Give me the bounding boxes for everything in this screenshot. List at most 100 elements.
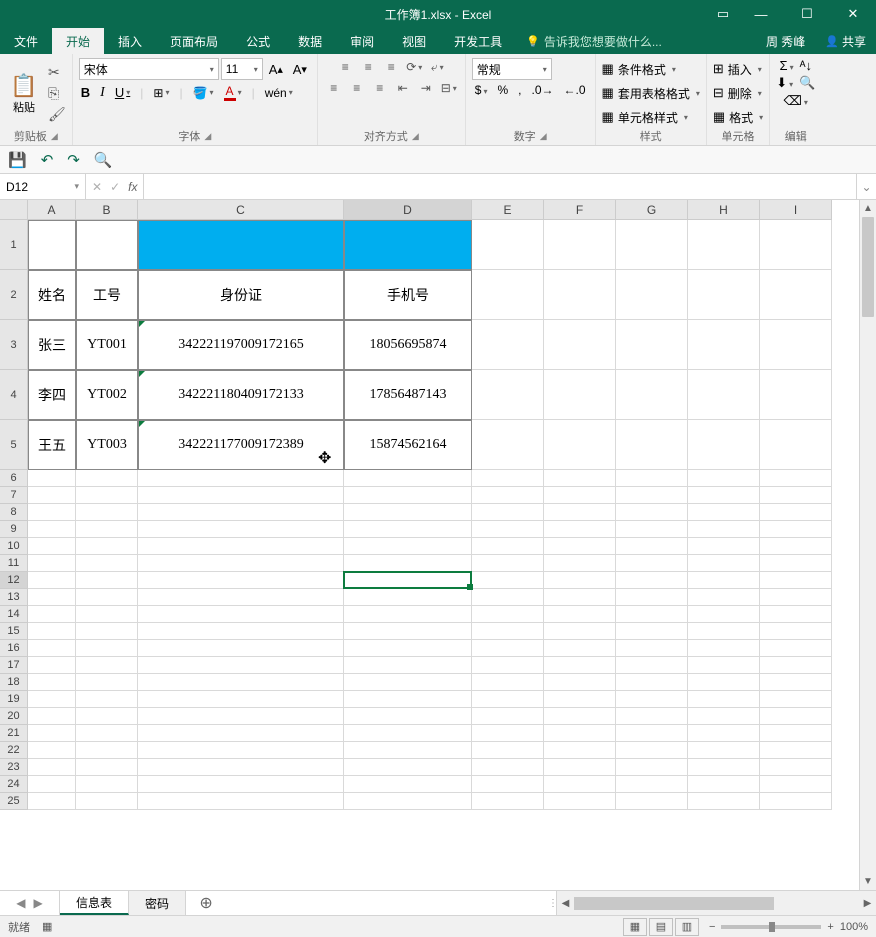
cell-I20[interactable] — [760, 708, 832, 725]
page-break-view-button[interactable]: ▥ — [675, 918, 699, 936]
cell-E10[interactable] — [472, 538, 544, 555]
cell-A7[interactable] — [28, 487, 76, 504]
header-id[interactable]: 工号 — [76, 270, 138, 320]
cell-H17[interactable] — [688, 657, 760, 674]
cell-B8[interactable] — [76, 504, 138, 521]
cell-B12[interactable] — [76, 572, 138, 589]
bold-button[interactable]: B — [79, 85, 92, 100]
column-header-G[interactable]: G — [616, 200, 688, 220]
cell-C1[interactable] — [138, 220, 344, 270]
cell-C15[interactable] — [138, 623, 344, 640]
scroll-thumb[interactable] — [862, 217, 874, 317]
cell-F8[interactable] — [544, 504, 616, 521]
cell-A14[interactable] — [28, 606, 76, 623]
font-dialog-icon[interactable]: ◢ — [204, 131, 211, 142]
cell-G5[interactable] — [616, 420, 688, 470]
cell-H8[interactable] — [688, 504, 760, 521]
cell-I12[interactable] — [760, 572, 832, 589]
column-header-A[interactable]: A — [28, 200, 76, 220]
align-left-button[interactable]: ≡ — [324, 79, 344, 97]
cell-H23[interactable] — [688, 759, 760, 776]
cell-I22[interactable] — [760, 742, 832, 759]
scroll-left-icon[interactable]: ◀ — [557, 898, 574, 909]
cell-E4[interactable] — [472, 370, 544, 420]
sheet-tab-info[interactable]: 信息表 — [60, 891, 129, 915]
cell-C14[interactable] — [138, 606, 344, 623]
cell-G3[interactable] — [616, 320, 688, 370]
cell-C22[interactable] — [138, 742, 344, 759]
page-layout-view-button[interactable]: ▤ — [649, 918, 673, 936]
cell-styles-button[interactable]: ▦单元格样式 — [602, 106, 700, 128]
cell-G17[interactable] — [616, 657, 688, 674]
cell-E22[interactable] — [472, 742, 544, 759]
cell-B24[interactable] — [76, 776, 138, 793]
cell-A19[interactable] — [28, 691, 76, 708]
percent-button[interactable]: % — [494, 83, 511, 97]
clipboard-dialog-icon[interactable]: ◢ — [51, 131, 58, 142]
row-header-12[interactable]: 12 — [0, 572, 28, 589]
cell-D24[interactable] — [344, 776, 472, 793]
cell-I14[interactable] — [760, 606, 832, 623]
cell-C20[interactable] — [138, 708, 344, 725]
next-sheet-icon[interactable]: ▶ — [34, 896, 43, 910]
sheet-tab-password[interactable]: 密码 — [129, 891, 186, 915]
find-select-button[interactable]: 🔍 — [799, 75, 815, 91]
spreadsheet-grid[interactable]: ABCDEFGHI 123456789101112131415161718192… — [0, 200, 876, 890]
cell-I7[interactable] — [760, 487, 832, 504]
cell-E13[interactable] — [472, 589, 544, 606]
cell-E19[interactable] — [472, 691, 544, 708]
cell-F22[interactable] — [544, 742, 616, 759]
cell-E18[interactable] — [472, 674, 544, 691]
cell-C25[interactable] — [138, 793, 344, 810]
cell-I24[interactable] — [760, 776, 832, 793]
cell-E21[interactable] — [472, 725, 544, 742]
align-middle-button[interactable]: ≡ — [358, 58, 378, 76]
cell-H15[interactable] — [688, 623, 760, 640]
row-header-13[interactable]: 13 — [0, 589, 28, 606]
decrease-indent-button[interactable]: ⇤ — [393, 79, 413, 97]
user-name[interactable]: 周 秀峰 — [756, 28, 815, 54]
cell-F6[interactable] — [544, 470, 616, 487]
underline-button[interactable]: U — [113, 85, 132, 100]
print-preview-button[interactable]: 🔍 — [94, 151, 113, 169]
cell-D10[interactable] — [344, 538, 472, 555]
cell-I6[interactable] — [760, 470, 832, 487]
currency-button[interactable]: $ — [472, 83, 491, 97]
increase-indent-button[interactable]: ⇥ — [416, 79, 436, 97]
cell-G8[interactable] — [616, 504, 688, 521]
cell-B6[interactable] — [76, 470, 138, 487]
row-header-20[interactable]: 20 — [0, 708, 28, 725]
cell-G25[interactable] — [616, 793, 688, 810]
cell-H11[interactable] — [688, 555, 760, 572]
format-painter-button[interactable]: 🖌 — [48, 106, 66, 123]
cell-I1[interactable] — [760, 220, 832, 270]
tab-home[interactable]: 开始 — [52, 28, 104, 54]
cell-G12[interactable] — [616, 572, 688, 589]
cell-D17[interactable] — [344, 657, 472, 674]
cell-B17[interactable] — [76, 657, 138, 674]
row-header-24[interactable]: 24 — [0, 776, 28, 793]
wrap-text-button[interactable]: ⤶ — [427, 58, 447, 76]
select-all-corner[interactable] — [0, 200, 28, 220]
scroll-right-icon[interactable]: ▶ — [859, 898, 876, 909]
cell-A8[interactable] — [28, 504, 76, 521]
delete-cells-button[interactable]: ⊟删除 — [713, 82, 763, 104]
cell-H14[interactable] — [688, 606, 760, 623]
paste-button[interactable]: 📋 粘贴 — [6, 73, 42, 115]
cell-H10[interactable] — [688, 538, 760, 555]
cell-C11[interactable] — [138, 555, 344, 572]
cell-A13[interactable] — [28, 589, 76, 606]
format-as-table-button[interactable]: ▦套用表格格式 — [602, 82, 700, 104]
cell-B20[interactable] — [76, 708, 138, 725]
tell-me-search[interactable]: 告诉我您想要做什么... — [516, 28, 672, 54]
cell-F15[interactable] — [544, 623, 616, 640]
row-header-25[interactable]: 25 — [0, 793, 28, 810]
tab-formulas[interactable]: 公式 — [232, 28, 284, 54]
cell-A20[interactable] — [28, 708, 76, 725]
cell-D19[interactable] — [344, 691, 472, 708]
cell-workid-2[interactable]: YT003 — [76, 420, 138, 470]
cell-H5[interactable] — [688, 420, 760, 470]
tab-view[interactable]: 视图 — [388, 28, 440, 54]
cell-H25[interactable] — [688, 793, 760, 810]
cell-phone-2[interactable]: 15874562164 — [344, 420, 472, 470]
